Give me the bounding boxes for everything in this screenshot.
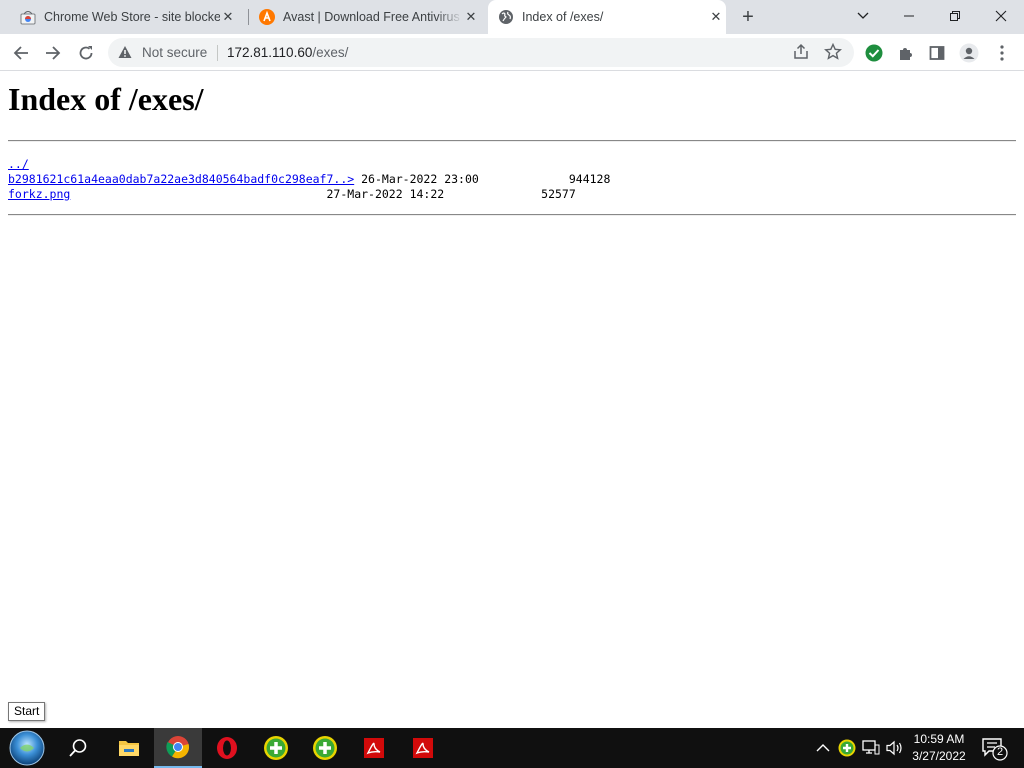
reload-button[interactable] [74, 41, 98, 65]
share-icon[interactable] [792, 43, 810, 61]
system-clock[interactable]: 10:59 AM 3/27/2022 [906, 731, 972, 765]
chrome-web-store-icon [20, 9, 36, 25]
bookmark-star-icon[interactable] [824, 42, 842, 61]
green-plus-tray-icon[interactable] [837, 738, 857, 758]
tab-title: Chrome Web Store - site blocker [44, 10, 220, 24]
back-button[interactable] [9, 41, 33, 65]
tab-strip: Chrome Web Store - site blocker ✕ Avast … [0, 0, 1024, 34]
file-link[interactable]: forkz.png [8, 187, 70, 201]
extensions-puzzle-icon[interactable] [894, 41, 918, 65]
notification-count: 2 [996, 746, 1004, 758]
tab-title: Avast | Download Free Antivirus & VPN [283, 10, 463, 24]
divider [8, 214, 1016, 216]
volume-icon[interactable] [885, 738, 905, 758]
search-icon[interactable] [54, 728, 102, 768]
directory-listing: ../ b2981621c61a4eaa0dab7a22ae3d840564ba… [8, 157, 1016, 202]
address-separator [217, 45, 218, 61]
green-plus-app-icon[interactable] [252, 728, 300, 768]
address-bar[interactable]: Not secure 172.81.110.60/exes/ [108, 38, 854, 67]
warning-icon[interactable] [118, 45, 132, 59]
globe-icon [498, 9, 514, 25]
divider [8, 140, 1016, 142]
url-path: /exes/ [312, 45, 349, 60]
opera-icon[interactable] [203, 728, 251, 768]
close-tab-icon[interactable]: ✕ [463, 9, 479, 25]
page-content: Index of /exes/ ../ b2981621c61a4eaa0dab… [8, 71, 1016, 216]
chrome-icon[interactable] [154, 728, 202, 768]
file-explorer-icon[interactable] [105, 728, 153, 768]
file-size: 944128 [568, 172, 611, 186]
forward-button[interactable] [41, 41, 65, 65]
side-panel-icon[interactable] [925, 41, 949, 65]
show-hidden-icons-icon[interactable] [813, 738, 833, 758]
action-center-icon[interactable]: 2 [980, 734, 1008, 762]
pdf-reader-icon[interactable] [399, 728, 447, 768]
tab-search-icon[interactable] [840, 0, 886, 32]
minimize-button[interactable] [886, 0, 932, 32]
network-icon[interactable] [861, 738, 881, 758]
new-tab-button[interactable]: + [737, 6, 759, 28]
file-size: 52577 [541, 187, 576, 201]
close-tab-icon[interactable]: ✕ [708, 9, 724, 25]
close-window-button[interactable] [978, 0, 1024, 32]
browser-toolbar: Not secure 172.81.110.60/exes/ [0, 34, 1024, 71]
parent-directory-link[interactable]: ../ [8, 157, 29, 171]
pdf-reader-icon[interactable] [350, 728, 398, 768]
taskbar: 10:59 AM 3/27/2022 2 [0, 728, 1024, 768]
tab-index-of-exes[interactable]: Index of /exes/ ✕ [488, 0, 726, 34]
avast-icon [259, 9, 275, 25]
start-orb-icon[interactable] [2, 728, 52, 768]
close-tab-icon[interactable]: ✕ [220, 9, 236, 25]
url-text[interactable]: 172.81.110.60/exes/ [227, 45, 348, 60]
file-link[interactable]: b2981621c61a4eaa0dab7a22ae3d840564badf0c… [8, 172, 354, 186]
menu-kebab-icon[interactable] [990, 41, 1014, 65]
page-title: Index of /exes/ [8, 81, 204, 117]
green-plus-app-icon[interactable] [301, 728, 349, 768]
extension-check-icon[interactable] [862, 41, 886, 65]
tab-title: Index of /exes/ [522, 10, 604, 24]
file-date: 27-Mar-2022 14:22 [326, 187, 445, 201]
clock-date: 3/27/2022 [912, 749, 966, 763]
profile-avatar-icon[interactable] [957, 41, 981, 65]
restore-button[interactable] [932, 0, 978, 32]
file-date: 26-Mar-2022 23:00 [361, 172, 479, 186]
tab-separator [248, 9, 249, 25]
clock-time: 10:59 AM [913, 732, 965, 746]
security-status-label[interactable]: Not secure [142, 45, 207, 60]
tab-avast[interactable]: Avast | Download Free Antivirus & VPN ✕ [250, 0, 486, 34]
url-host: 172.81.110.60 [227, 45, 313, 60]
tab-chrome-web-store[interactable]: Chrome Web Store - site blocker ✕ [8, 0, 246, 34]
start-tooltip: Start [8, 702, 46, 721]
